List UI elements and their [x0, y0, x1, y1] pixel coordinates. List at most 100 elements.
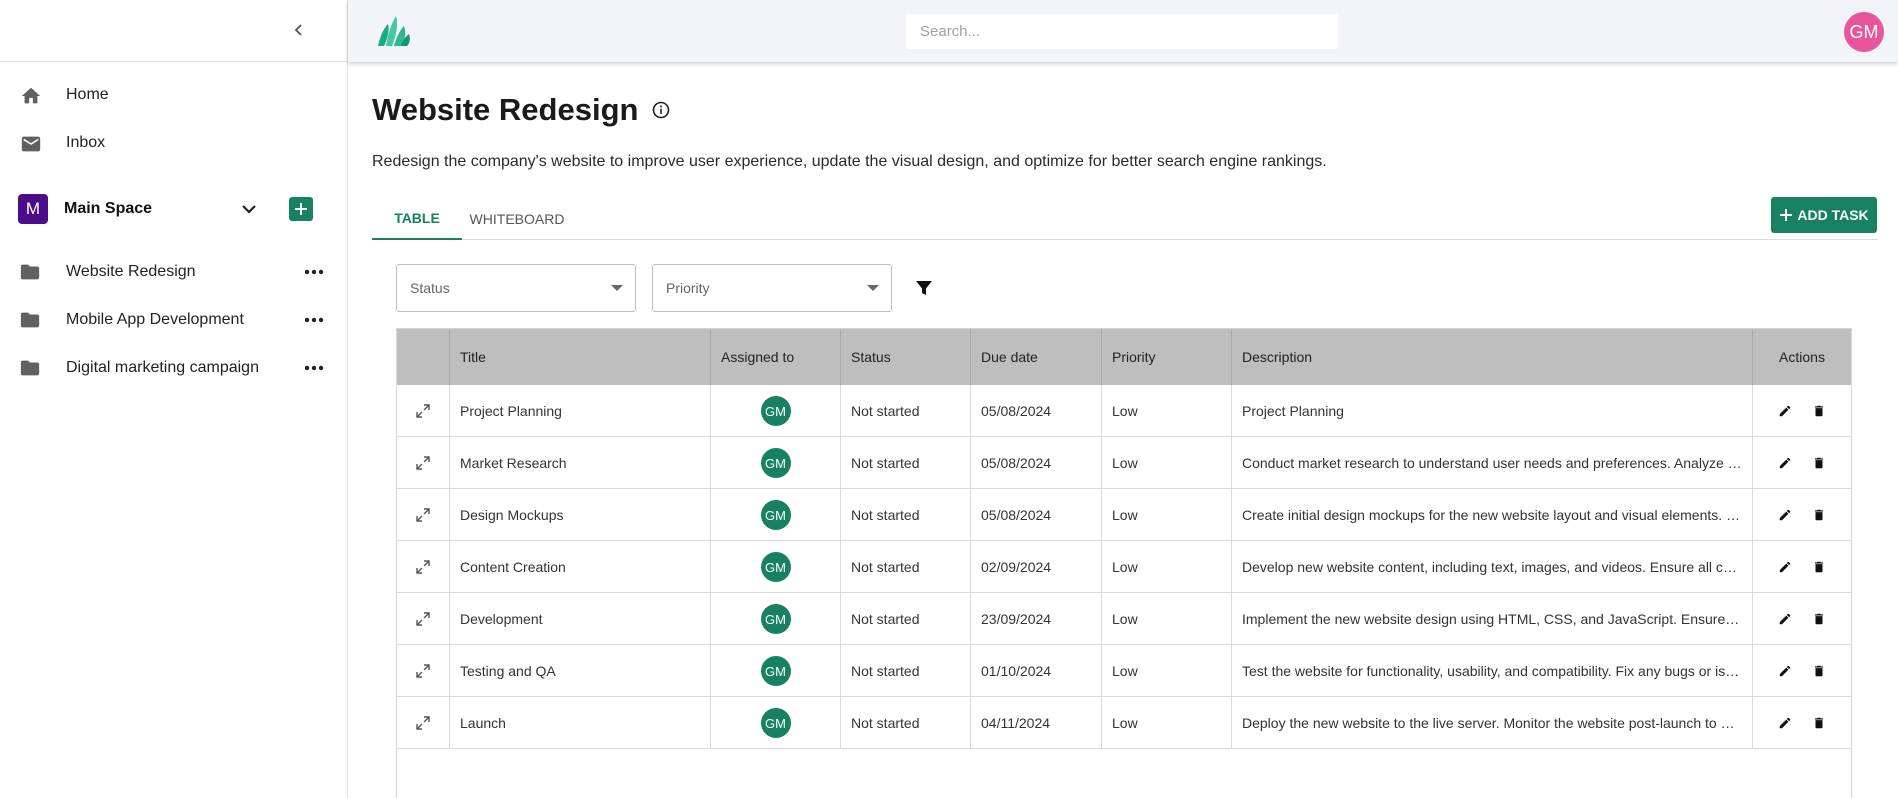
priority-filter-select[interactable]: Priority: [652, 264, 892, 312]
page-description: Redesign the company's website to improv…: [372, 153, 1327, 170]
dropdown-arrow-icon: [867, 285, 879, 291]
user-avatar[interactable]: GM: [1844, 12, 1884, 52]
sidebar-item-label: Website Redesign: [66, 263, 196, 280]
more-horizontal-icon: [304, 317, 324, 323]
column-header-priority[interactable]: Priority: [1102, 329, 1232, 385]
expand-row-button[interactable]: [397, 385, 450, 437]
task-priority: Low: [1102, 645, 1232, 697]
expand-row-button[interactable]: [397, 697, 450, 749]
edit-button[interactable]: [1776, 402, 1794, 420]
edit-button[interactable]: [1776, 610, 1794, 628]
task-description-text: Test the website for functionality, usab…: [1242, 663, 1752, 679]
nav-item-inbox[interactable]: Inbox: [0, 120, 347, 166]
nav-item-home[interactable]: Home: [0, 72, 347, 118]
row-actions: [1753, 593, 1851, 645]
table-row[interactable]: Testing and QA GM Not started 01/10/2024 Low…: [397, 645, 1851, 697]
edit-button[interactable]: [1776, 662, 1794, 680]
task-description-text: Create initial design mockups for the ne…: [1242, 507, 1752, 523]
pencil-icon: [1779, 561, 1791, 573]
status-filter-select[interactable]: Status: [396, 264, 636, 312]
edit-button[interactable]: [1776, 558, 1794, 576]
edit-button[interactable]: [1776, 506, 1794, 524]
delete-button[interactable]: [1810, 402, 1828, 420]
sidebar-item-website-redesign[interactable]: Website Redesign: [0, 252, 347, 292]
sidebar-item-mobile-app[interactable]: Mobile App Development: [0, 300, 347, 340]
delete-button[interactable]: [1810, 506, 1828, 524]
folder-icon: [19, 262, 41, 282]
chevron-left-icon: [294, 24, 302, 36]
trash-icon: [1814, 509, 1824, 521]
add-task-label: ADD TASK: [1797, 207, 1869, 223]
delete-button[interactable]: [1810, 558, 1828, 576]
delete-button[interactable]: [1810, 610, 1828, 628]
column-header-due-date[interactable]: Due date: [971, 329, 1102, 385]
expand-row-button[interactable]: [397, 541, 450, 593]
assignee-avatar: GM: [760, 448, 791, 478]
add-task-button[interactable]: ADD TASK: [1771, 197, 1877, 233]
filter-icon[interactable]: [914, 278, 934, 298]
trash-icon: [1814, 561, 1824, 573]
expand-icon: [416, 612, 430, 626]
task-description: Implement the new website design using H…: [1232, 593, 1753, 645]
delete-button[interactable]: [1810, 662, 1828, 680]
space-dropdown-button[interactable]: [238, 198, 260, 220]
task-status: Not started: [841, 385, 971, 437]
table-row[interactable]: Market Research GM Not started 05/08/2024 Lo…: [397, 437, 1851, 489]
column-header-assigned[interactable]: Assigned to: [711, 329, 841, 385]
table-row[interactable]: Design Mockups GM Not started 05/08/2024 Low…: [397, 489, 1851, 541]
edit-button[interactable]: [1776, 454, 1794, 472]
app-logo[interactable]: [374, 12, 414, 48]
table-row[interactable]: Launch GM Not started 04/11/2024 Low Deploy t…: [397, 697, 1851, 749]
expand-row-button[interactable]: [397, 645, 450, 697]
more-options-button[interactable]: [302, 260, 326, 284]
task-due-date: 02/09/2024: [971, 541, 1102, 593]
trash-icon: [1814, 613, 1824, 625]
more-horizontal-icon: [304, 365, 324, 371]
expand-icon: [416, 456, 430, 470]
expand-row-button[interactable]: [397, 489, 450, 541]
space-avatar: M: [18, 194, 48, 224]
sidebar-item-digital-marketing[interactable]: Digital marketing campaign: [0, 348, 347, 388]
nav-item-label: Inbox: [66, 134, 106, 151]
space-selector[interactable]: M Main Space: [0, 190, 347, 228]
search-input[interactable]: [906, 14, 1338, 49]
task-description-text: Deploy the new website to the live serve…: [1242, 715, 1752, 731]
space-name: Main Space: [64, 200, 153, 217]
more-options-button[interactable]: [302, 356, 326, 380]
task-status: Not started: [841, 645, 971, 697]
row-actions: [1753, 645, 1851, 697]
column-header-description[interactable]: Description: [1232, 329, 1753, 385]
pencil-icon: [1779, 665, 1791, 677]
task-description: Create initial design mockups for the ne…: [1232, 489, 1753, 541]
info-icon[interactable]: [651, 100, 671, 120]
task-title: Development: [450, 593, 711, 645]
top-bar: GM: [348, 0, 1898, 62]
task-description: Deploy the new website to the live serve…: [1232, 697, 1753, 749]
task-assignee: GM: [711, 489, 841, 541]
table-row[interactable]: Development GM Not started 23/09/2024 Low Imp…: [397, 593, 1851, 645]
task-priority: Low: [1102, 541, 1232, 593]
tab-table[interactable]: TABLE: [372, 198, 462, 240]
column-header-status[interactable]: Status: [841, 329, 971, 385]
delete-button[interactable]: [1810, 454, 1828, 472]
task-description-text: Implement the new website design using H…: [1242, 611, 1752, 627]
tab-whiteboard[interactable]: WHITEBOARD: [462, 198, 572, 240]
table-row[interactable]: Content Creation GM Not started 02/09/2024 L…: [397, 541, 1851, 593]
pencil-icon: [1779, 613, 1791, 625]
expand-row-button[interactable]: [397, 437, 450, 489]
task-status: Not started: [841, 697, 971, 749]
expand-row-button[interactable]: [397, 593, 450, 645]
column-header-title[interactable]: Title: [450, 329, 711, 385]
column-header-actions: Actions: [1779, 349, 1825, 365]
collapse-sidebar-button[interactable]: [288, 19, 310, 41]
sidebar-item-label: Mobile App Development: [66, 311, 244, 328]
more-options-button[interactable]: [302, 308, 326, 332]
row-actions: [1753, 541, 1851, 593]
task-due-date: 04/11/2024: [971, 697, 1102, 749]
table-row[interactable]: Project Planning GM Not started 05/08/2024 L…: [397, 385, 1851, 437]
edit-button[interactable]: [1776, 714, 1794, 732]
add-project-button[interactable]: [289, 197, 313, 221]
delete-button[interactable]: [1810, 714, 1828, 732]
expand-icon: [416, 404, 430, 418]
task-description: Test the website for functionality, usab…: [1232, 645, 1753, 697]
